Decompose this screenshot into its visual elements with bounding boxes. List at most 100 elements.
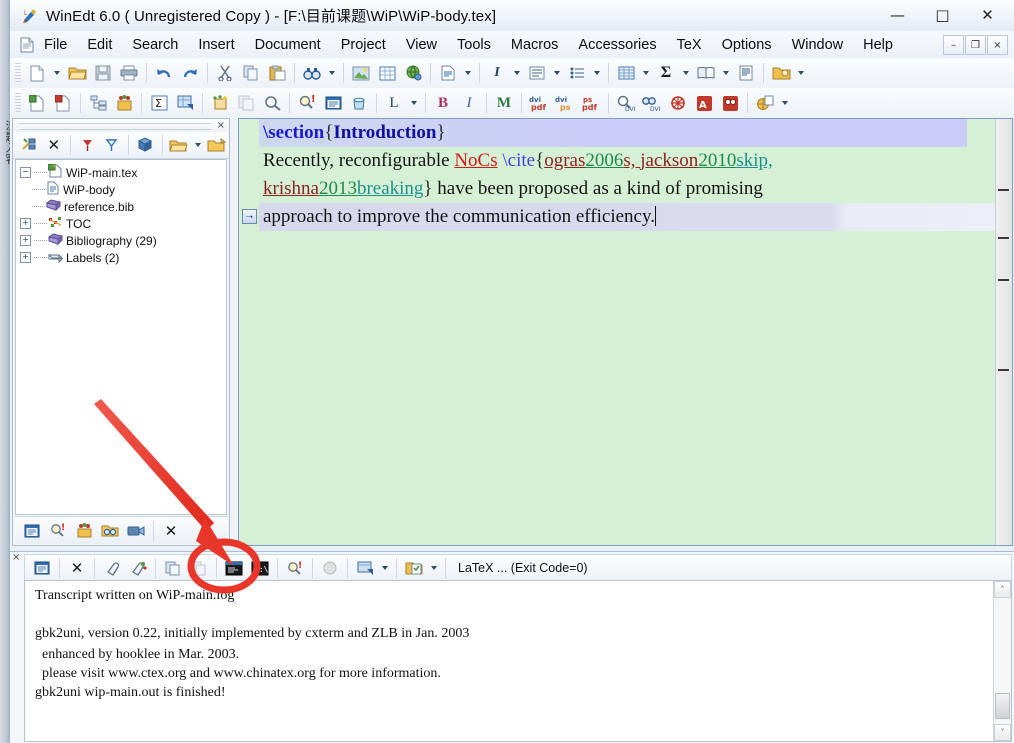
editor-line-4-current[interactable]: approach to improve the communication ef…: [259, 203, 1012, 231]
latex-dropdown-icon[interactable]: [407, 91, 421, 115]
web-globe-icon[interactable]: [400, 61, 426, 85]
save-icon[interactable]: [90, 61, 116, 85]
package-box-icon[interactable]: [71, 519, 97, 543]
paragraph-align-icon[interactable]: [524, 61, 550, 85]
camera-icon[interactable]: [123, 519, 149, 543]
tree-structure-icon[interactable]: [85, 91, 111, 115]
tree-panel-grip[interactable]: [19, 123, 211, 130]
tree-item-toc[interactable]: + TOC: [16, 215, 226, 232]
cut-scissors-icon[interactable]: [212, 61, 238, 85]
scroll-down-button[interactable]: ˅: [994, 724, 1011, 741]
editor-vertical-scrollbar[interactable]: [995, 119, 1012, 545]
menu-macros[interactable]: Macros: [502, 34, 568, 56]
gold-wheel-dropdown-icon[interactable]: [778, 91, 792, 115]
close-x-icon[interactable]: ✕: [158, 519, 184, 543]
new-document-dropdown-icon[interactable]: [50, 61, 64, 85]
maximize-button[interactable]: □: [920, 1, 965, 30]
open-folder-icon[interactable]: [167, 133, 192, 157]
new-folder-icon[interactable]: [204, 133, 229, 157]
bold-icon[interactable]: B: [430, 91, 456, 115]
close-button[interactable]: ✕: [965, 1, 1010, 30]
ps-to-pdf-icon[interactable]: ps pdf: [578, 91, 604, 115]
paragraph-dropdown-icon[interactable]: [550, 61, 564, 85]
close-x-icon[interactable]: ✕: [64, 556, 90, 580]
italic-icon[interactable]: I: [484, 61, 510, 85]
print-icon[interactable]: [116, 61, 142, 85]
dvi-to-pdf-icon[interactable]: dvi pdf: [526, 91, 552, 115]
tree-toggle-icon[interactable]: +: [20, 235, 31, 246]
find-error-icon[interactable]: !: [282, 556, 308, 580]
mdi-restore-button[interactable]: ❐: [965, 35, 986, 55]
package-box-icon[interactable]: [111, 91, 137, 115]
copy-icon[interactable]: [238, 61, 264, 85]
command-prompt-icon[interactable]: C:\: [247, 556, 273, 580]
line-marker-icon[interactable]: ⭢: [242, 209, 257, 224]
copy-all-icon[interactable]: [186, 556, 212, 580]
find-dropdown-icon[interactable]: [325, 61, 339, 85]
toolbar-grip[interactable]: [15, 63, 21, 83]
book-icon[interactable]: [693, 61, 719, 85]
magnifier-icon[interactable]: [259, 91, 285, 115]
list-dropdown-icon[interactable]: [590, 61, 604, 85]
clear-log-icon[interactable]: [125, 556, 151, 580]
ghostview-icon[interactable]: [665, 91, 691, 115]
menu-view[interactable]: View: [397, 34, 446, 56]
menu-search[interactable]: Search: [123, 34, 187, 56]
log-dropdown-icon[interactable]: [378, 556, 392, 580]
find-binoculars-icon[interactable]: [299, 61, 325, 85]
undo-icon[interactable]: [151, 61, 177, 85]
document-text-icon[interactable]: [435, 61, 461, 85]
project-tree-list[interactable]: − WiP-main.tex WiP-body reference.bib + …: [15, 159, 227, 515]
menu-accessories[interactable]: Accessories: [569, 34, 665, 56]
table-grid-icon[interactable]: [613, 61, 639, 85]
menu-edit[interactable]: Edit: [78, 34, 121, 56]
collapse-blue-marker-icon[interactable]: [100, 133, 125, 157]
dvi-to-ps-icon[interactable]: dvi ps: [552, 91, 578, 115]
insert-image-icon[interactable]: [348, 61, 374, 85]
sigma-dropdown-icon[interactable]: [679, 61, 693, 85]
editor-line-2[interactable]: Recently, reconfigurable NoCs \cite{ogra…: [259, 147, 1012, 175]
tree-item-wip-body[interactable]: WiP-body: [16, 181, 226, 198]
insert-table-icon[interactable]: [374, 61, 400, 85]
trash-icon[interactable]: [346, 91, 372, 115]
tree-item-bibliography[interactable]: + Bibliography (29): [16, 232, 226, 249]
tree-panel-close-icon[interactable]: ×: [217, 120, 225, 131]
find-error-icon[interactable]: !: [294, 91, 320, 115]
log-window-icon[interactable]: [320, 91, 346, 115]
menu-help[interactable]: Help: [854, 34, 902, 56]
output-transcript[interactable]: Transcript written on WiP-main.log gbk2u…: [24, 580, 1012, 742]
sigma-box-icon[interactable]: Σ: [146, 91, 172, 115]
scroll-up-button[interactable]: ˄: [994, 581, 1011, 598]
output-window-icon[interactable]: [29, 556, 55, 580]
toolbar-grip[interactable]: [15, 93, 21, 113]
tree-item-labels[interactable]: + Labels (2): [16, 249, 226, 266]
editor-line-3[interactable]: krishna2013breaking} have been proposed …: [259, 175, 1012, 203]
latex-l-icon[interactable]: L: [381, 91, 407, 115]
folder-gold-icon[interactable]: [768, 61, 794, 85]
eraser-icon[interactable]: [99, 556, 125, 580]
console-window-icon[interactable]: [221, 556, 247, 580]
table-dropdown-icon[interactable]: [639, 61, 653, 85]
vertical-splitter[interactable]: [231, 118, 237, 546]
document-stack-icon[interactable]: [233, 91, 259, 115]
document-dropdown-icon[interactable]: [461, 61, 475, 85]
log-window-icon[interactable]: [352, 556, 378, 580]
table-insert-icon[interactable]: [172, 91, 198, 115]
mdi-minimize-button[interactable]: –: [943, 35, 964, 55]
open-folder-icon[interactable]: [64, 61, 90, 85]
italic-icon[interactable]: I: [456, 91, 482, 115]
output-vertical-scrollbar[interactable]: ˄ ˅: [993, 581, 1011, 741]
expand-red-marker-icon[interactable]: [75, 133, 100, 157]
bullet-list-icon[interactable]: [564, 61, 590, 85]
output-panel-close-icon[interactable]: ×: [12, 552, 20, 563]
metapost-m-icon[interactable]: M: [491, 91, 517, 115]
preview-dvi-icon[interactable]: DVI: [613, 91, 639, 115]
menu-tools[interactable]: Tools: [448, 34, 500, 56]
new-tex-doc-icon[interactable]: [24, 91, 50, 115]
menu-file[interactable]: File: [35, 34, 76, 56]
menu-window[interactable]: Window: [783, 34, 853, 56]
menu-document[interactable]: Document: [246, 34, 330, 56]
sigma-math-icon[interactable]: Σ: [653, 61, 679, 85]
tree-item-wip-main[interactable]: − WiP-main.tex: [16, 163, 226, 181]
window-list-icon[interactable]: [19, 519, 45, 543]
